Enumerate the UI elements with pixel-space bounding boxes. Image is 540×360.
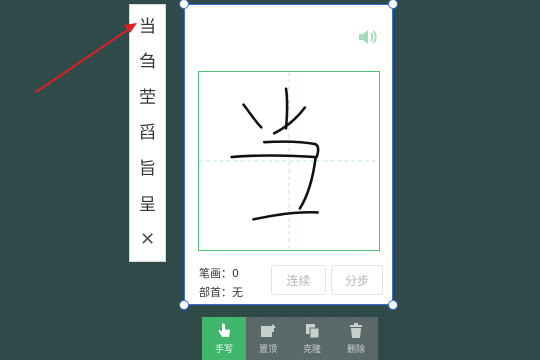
candidate-item[interactable]: 刍 — [130, 51, 165, 73]
candidate-item[interactable]: 茔 — [130, 87, 165, 109]
step-button[interactable]: 分步 — [331, 265, 383, 295]
candidate-item[interactable]: 舀 — [130, 122, 165, 144]
continuous-button[interactable]: 连续 — [271, 265, 326, 295]
radical-label: 部首：无 — [199, 286, 243, 299]
bottom-toolbar: 手写 置顶 克隆 删除 — [202, 317, 378, 360]
delete-button[interactable]: 删除 — [334, 317, 378, 360]
stroke-count-label: 笔画：0 — [199, 267, 239, 280]
pin-top-icon — [261, 323, 276, 337]
writing-canvas[interactable] — [199, 72, 379, 250]
trash-icon — [350, 322, 362, 338]
resize-handle-top-left[interactable] — [179, 0, 189, 9]
handwritten-strokes — [230, 87, 320, 221]
resize-handle-bottom-right[interactable] — [388, 300, 398, 310]
candidate-item[interactable]: 当 — [130, 16, 165, 38]
close-icon[interactable]: ✕ — [140, 229, 155, 250]
clone-icon — [306, 323, 320, 338]
hand-pointer-icon — [218, 323, 230, 337]
candidate-list: 当 刍 茔 舀 旨 呈 ✕ — [129, 4, 166, 262]
candidate-item[interactable]: 旨 — [130, 158, 165, 180]
handwriting-panel: 笔画：0 部首：无 连续 分步 — [179, 0, 398, 310]
speaker-icon[interactable] — [357, 28, 379, 46]
clone-button[interactable]: 克隆 — [290, 317, 334, 360]
pin-top-button[interactable]: 置顶 — [246, 317, 290, 360]
candidate-item[interactable]: 呈 — [130, 194, 165, 216]
resize-handle-bottom-left[interactable] — [179, 300, 189, 310]
resize-handle-top-right[interactable] — [388, 0, 398, 9]
handwrite-button[interactable]: 手写 — [202, 317, 246, 360]
writing-pad[interactable] — [198, 71, 380, 251]
